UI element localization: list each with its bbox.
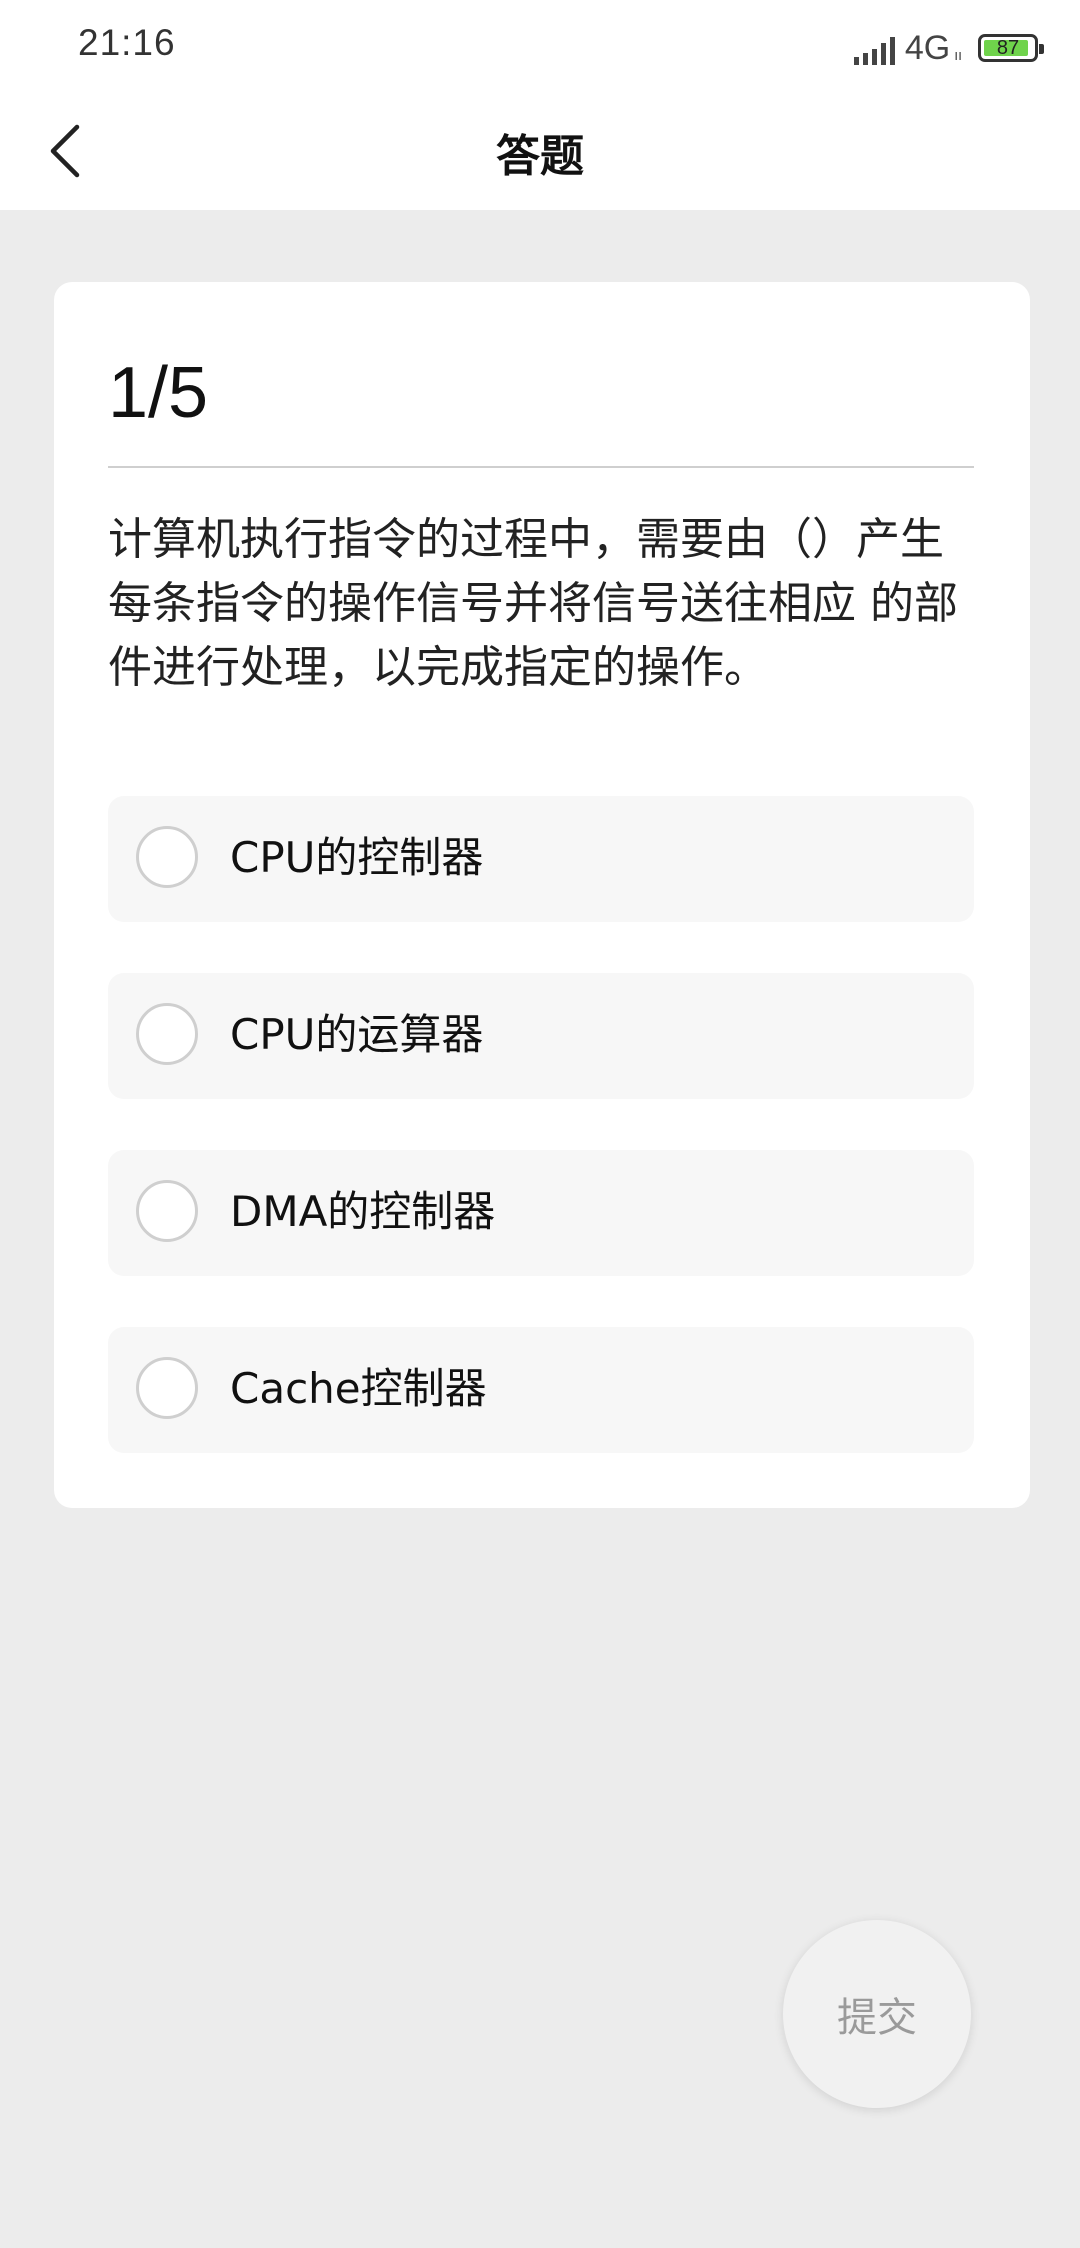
battery-level: 87 <box>996 37 1020 59</box>
question-card: 1/5 计算机执行指令的过程中，需要由（）产生每条指令的操作信号并将信号送往相应… <box>54 282 1030 1508</box>
option-4[interactable]: Cache控制器 <box>108 1327 974 1453</box>
divider <box>108 466 974 468</box>
option-label: CPU的控制器 <box>230 833 484 882</box>
submit-button[interactable]: 提交 <box>783 1920 971 2108</box>
option-3[interactable]: DMA的控制器 <box>108 1150 974 1276</box>
nav-bar: 答题 <box>0 92 1080 210</box>
option-1[interactable]: CPU的控制器 <box>108 796 974 922</box>
battery-icon: 87 <box>978 34 1044 62</box>
option-label: DMA的控制器 <box>230 1187 496 1236</box>
page-title: 答题 <box>496 131 584 182</box>
network-type: 4G <box>904 28 951 67</box>
signal-icon <box>853 31 895 65</box>
option-2[interactable]: CPU的运算器 <box>108 973 974 1099</box>
radio-button[interactable] <box>136 1180 198 1242</box>
question-index: 1/5 <box>108 353 209 433</box>
radio-button[interactable] <box>136 826 198 888</box>
option-label: Cache控制器 <box>230 1364 487 1413</box>
status-indicators: 4G ıı 87 <box>853 28 1044 68</box>
status-time: 21:16 <box>78 22 176 63</box>
network-activity: ıı <box>954 48 962 64</box>
option-label: CPU的运算器 <box>230 1010 484 1059</box>
question-text: 计算机执行指令的过程中，需要由（）产生每条指令的操作信号并将信号送往相应 的部件… <box>108 514 958 693</box>
radio-button[interactable] <box>136 1357 198 1419</box>
radio-button[interactable] <box>136 1003 198 1065</box>
status-bar: 21:16 4G ıı 87 <box>0 0 1080 92</box>
